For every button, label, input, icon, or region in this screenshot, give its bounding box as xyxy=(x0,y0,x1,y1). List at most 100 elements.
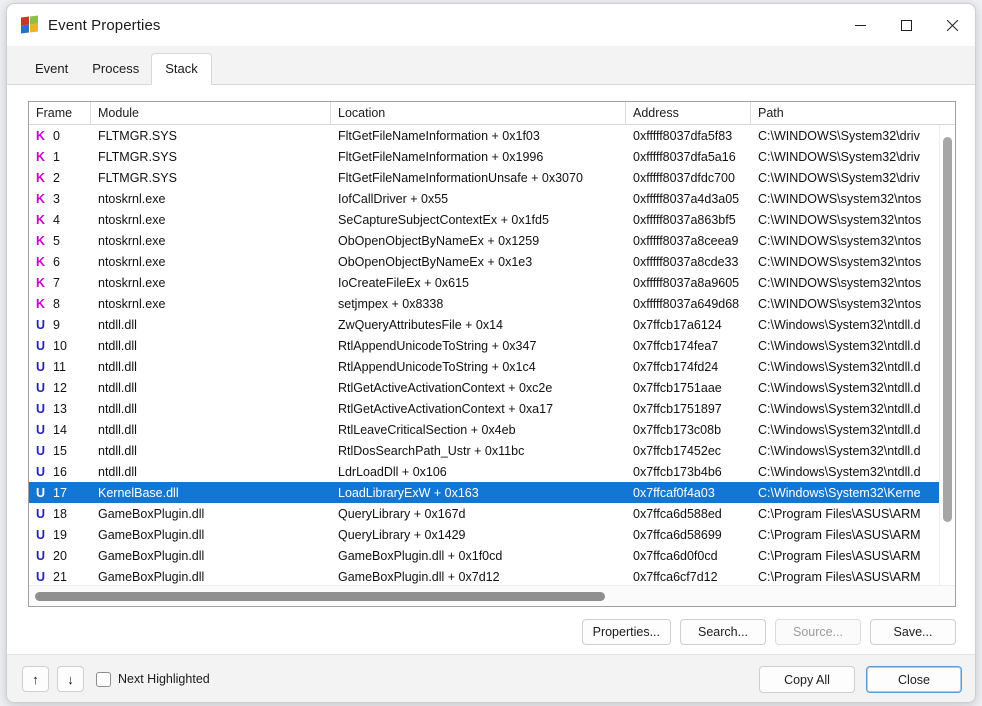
cell-address: 0x7ffcb174fd24 xyxy=(633,359,719,374)
table-row[interactable]: U 13 ntdll.dll RtlGetActiveActivationContex… xyxy=(29,398,941,419)
table-row[interactable]: K 0 FLTMGR.SYS FltGetFileNameInformation + … xyxy=(29,125,941,146)
cell-location: IoCreateFileEx + 0x615 xyxy=(338,275,469,290)
frame-number: 1 xyxy=(53,149,60,164)
cell-location: QueryLibrary + 0x1429 xyxy=(338,527,466,542)
vertical-scrollbar-thumb[interactable] xyxy=(943,137,952,522)
cell-path: C:\Windows\System32\ntdll.d xyxy=(758,422,921,437)
tab-event[interactable]: Event xyxy=(23,54,80,84)
table-row[interactable]: K 6 ntoskrnl.exe ObOpenObjectByNameEx + 0x1… xyxy=(29,251,941,272)
table-row[interactable]: K 7 ntoskrnl.exe IoCreateFileEx + 0x615 0xff… xyxy=(29,272,941,293)
cell-frame: U 15 xyxy=(29,444,91,458)
window-title: Event Properties xyxy=(48,16,161,34)
tab-process[interactable]: Process xyxy=(80,54,151,84)
kernel-frame-icon: K xyxy=(36,128,46,143)
cell-path: C:\WINDOWS\system32\ntos xyxy=(758,212,922,227)
move-up-icon[interactable]: ↑ xyxy=(22,666,49,692)
window-controls xyxy=(837,4,975,46)
table-row[interactable]: U 11 ntdll.dll RtlAppendUnicodeToString + 0… xyxy=(29,356,941,377)
cell-module: GameBoxPlugin.dll xyxy=(98,548,205,563)
properties-button[interactable]: Properties... xyxy=(581,619,671,645)
close-icon[interactable] xyxy=(929,4,975,46)
cell-module: ntdll.dll xyxy=(98,401,137,416)
cell-module: ntoskrnl.exe xyxy=(98,254,166,269)
table-row[interactable]: U 12 ntdll.dll RtlGetActiveActivationContex… xyxy=(29,377,941,398)
cell-module: GameBoxPlugin.dll xyxy=(98,527,205,542)
table-row[interactable]: U 16 ntdll.dll LdrLoadDll + 0x106 0x7ffcb173… xyxy=(29,461,941,482)
stack-list-view[interactable]: Frame Module Location Address Path K 0 FLT… xyxy=(28,101,956,607)
user-frame-icon: U xyxy=(36,380,46,395)
minimize-icon[interactable] xyxy=(837,4,883,46)
cell-address: 0x7ffcaf0f4a03 xyxy=(633,485,715,500)
frame-number: 19 xyxy=(53,527,67,542)
close-button[interactable]: Close xyxy=(866,666,962,693)
next-highlighted-checkbox[interactable]: Next Highlighted xyxy=(96,671,210,687)
cell-location: ObOpenObjectByNameEx + 0x1e3 xyxy=(338,254,533,269)
frame-number: 2 xyxy=(53,170,60,185)
cell-address: 0xfffff8037a649d68 xyxy=(633,296,740,311)
frame-number: 8 xyxy=(53,296,60,311)
cell-frame: U 16 xyxy=(29,465,91,479)
cell-module: ntdll.dll xyxy=(98,317,137,332)
table-row[interactable]: K 1 FLTMGR.SYS FltGetFileNameInformation + … xyxy=(29,146,941,167)
column-header-module[interactable]: Module xyxy=(91,102,331,125)
cell-location: setjmpex + 0x8338 xyxy=(338,296,444,311)
table-header: Frame Module Location Address Path xyxy=(29,102,955,125)
kernel-frame-icon: K xyxy=(36,233,46,248)
column-header-frame[interactable]: Frame xyxy=(29,102,91,125)
cell-address: 0xfffff8037dfdc700 xyxy=(633,170,735,185)
checkbox-box[interactable] xyxy=(96,671,111,687)
horizontal-scrollbar-thumb[interactable] xyxy=(35,592,605,601)
table-row[interactable]: K 4 ntoskrnl.exe SeCaptureSubjectContextEx … xyxy=(29,209,941,230)
table-row[interactable]: U 20 GameBoxPlugin.dll GameBoxPlugin.dll + … xyxy=(29,545,941,566)
cell-location: RtlGetActiveActivationContext + 0xa17 xyxy=(338,401,554,416)
cell-module: GameBoxPlugin.dll xyxy=(98,506,205,521)
table-row[interactable]: U 21 GameBoxPlugin.dll GameBoxPlugin.dll + … xyxy=(29,566,941,585)
cell-address: 0xfffff8037dfa5a16 xyxy=(633,149,736,164)
cell-location: FltGetFileNameInformationUnsafe + 0x3070 xyxy=(338,170,583,185)
cell-module: ntdll.dll xyxy=(98,338,137,353)
table-row[interactable]: K 2 FLTMGR.SYS FltGetFileNameInformationUns… xyxy=(29,167,941,188)
table-row[interactable]: K 8 ntoskrnl.exe setjmpex + 0x8338 0xfffff80… xyxy=(29,293,941,314)
cell-location: ZwQueryAttributesFile + 0x14 xyxy=(338,317,503,332)
cell-path: C:\Windows\System32\ntdll.d xyxy=(758,464,921,479)
horizontal-scrollbar[interactable] xyxy=(29,585,955,606)
table-body: K 0 FLTMGR.SYS FltGetFileNameInformation + … xyxy=(29,125,941,585)
user-frame-icon: U xyxy=(36,338,46,353)
column-header-location[interactable]: Location xyxy=(331,102,626,125)
frame-number: 12 xyxy=(53,380,67,395)
tab-stack[interactable]: Stack xyxy=(151,53,212,85)
cell-module: ntdll.dll xyxy=(98,464,137,479)
column-header-path[interactable]: Path xyxy=(751,102,941,125)
column-header-address[interactable]: Address xyxy=(626,102,751,125)
table-row[interactable]: U 18 GameBoxPlugin.dll QueryLibrary + 0x167… xyxy=(29,503,941,524)
table-row[interactable]: K 5 ntoskrnl.exe ObOpenObjectByNameEx + 0x1… xyxy=(29,230,941,251)
table-row[interactable]: U 17 KernelBase.dll LoadLibraryExW + 0x163 0… xyxy=(29,482,941,503)
cell-path: C:\Windows\System32\ntdll.d xyxy=(758,317,921,332)
checkbox-label: Next Highlighted xyxy=(118,672,210,686)
copy-all-button[interactable]: Copy All xyxy=(759,666,855,693)
table-row[interactable]: U 9 ntdll.dll ZwQueryAttributesFile + 0x14 0… xyxy=(29,314,941,335)
dialog-footer: ↑ ↓ Next Highlighted Copy All Close xyxy=(7,654,975,702)
maximize-icon[interactable] xyxy=(883,4,929,46)
table-row[interactable]: U 10 ntdll.dll RtlAppendUnicodeToString + 0… xyxy=(29,335,941,356)
cell-path: C:\Windows\System32\ntdll.d xyxy=(758,401,921,416)
table-row[interactable]: K 3 ntoskrnl.exe IofCallDriver + 0x55 0xffff… xyxy=(29,188,941,209)
table-row[interactable]: U 14 ntdll.dll RtlLeaveCriticalSection + 0x… xyxy=(29,419,941,440)
table-row[interactable]: U 15 ntdll.dll RtlDosSearchPath_Ustr + 0x11… xyxy=(29,440,941,461)
cell-location: RtlDosSearchPath_Ustr + 0x11bc xyxy=(338,443,525,458)
frame-number: 13 xyxy=(53,401,67,416)
move-down-icon[interactable]: ↓ xyxy=(57,666,84,692)
kernel-frame-icon: K xyxy=(36,296,46,311)
cell-address: 0xfffff8037a4d3a05 xyxy=(633,191,740,206)
cell-frame: U 11 xyxy=(29,360,91,374)
save-button[interactable]: Save... xyxy=(870,619,956,645)
cell-module: ntoskrnl.exe xyxy=(98,212,166,227)
cell-frame: U 19 xyxy=(29,528,91,542)
cell-path: C:\Program Files\ASUS\ARM xyxy=(758,569,921,584)
search-button[interactable]: Search... xyxy=(680,619,766,645)
vertical-scrollbar[interactable] xyxy=(939,125,955,585)
cell-address: 0xfffff8037dfa5f83 xyxy=(633,128,733,143)
procmon-icon xyxy=(21,15,39,34)
table-row[interactable]: U 19 GameBoxPlugin.dll QueryLibrary + 0x142… xyxy=(29,524,941,545)
cell-address: 0x7ffcb174fea7 xyxy=(633,338,719,353)
